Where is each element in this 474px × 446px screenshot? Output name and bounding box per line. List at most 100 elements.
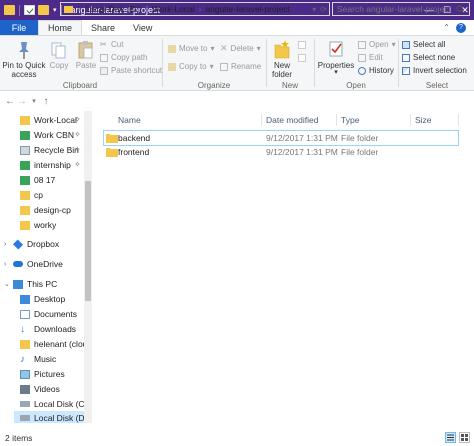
copy-button[interactable]: Copy xyxy=(46,39,72,70)
new-item-button[interactable] xyxy=(298,39,306,50)
nav-item-desktop[interactable]: Desktop xyxy=(20,292,84,306)
cut-label: Cut xyxy=(111,40,124,49)
scrollbar-thumb[interactable] xyxy=(85,181,91,301)
cut-button[interactable]: ✂ Cut xyxy=(100,39,123,50)
move-to-label: Move to xyxy=(179,44,208,53)
nav-item-design-cp[interactable]: design-cp xyxy=(20,203,84,217)
tab-file[interactable]: File xyxy=(0,20,38,35)
ribbon-divider xyxy=(314,39,315,87)
nav-item-label: Local Disk (D:) xyxy=(34,413,90,423)
new-folder-icon[interactable] xyxy=(38,5,49,15)
details-view-icon[interactable] xyxy=(445,432,456,443)
nav-item-local-disk-c[interactable]: Local Disk (C:) xyxy=(20,397,90,411)
expand-chevron-icon[interactable]: › xyxy=(4,241,13,248)
properties-check-icon[interactable] xyxy=(24,5,35,15)
paste-button[interactable]: Paste xyxy=(73,39,99,70)
scissors-icon: ✂ xyxy=(100,39,107,49)
file-type: File folder xyxy=(341,133,379,143)
forward-arrow-icon[interactable]: → xyxy=(16,96,28,107)
nav-item-08-17[interactable]: 08 17 xyxy=(20,173,84,187)
collapse-chevron-icon[interactable]: ⌄ xyxy=(4,280,13,288)
item-count: 2 items xyxy=(5,433,33,443)
rename-icon xyxy=(220,62,228,71)
pin-to-quick-access-button[interactable]: Pin to Quick access xyxy=(2,39,46,79)
open-button[interactable]: Open ▾ xyxy=(358,39,396,50)
tab-view[interactable]: View xyxy=(124,20,161,35)
rename-button[interactable]: Rename xyxy=(220,61,261,72)
column-header-name[interactable]: Name xyxy=(118,115,141,125)
column-divider[interactable] xyxy=(261,114,262,126)
nav-item-helenant[interactable]: helenant (clou xyxy=(20,337,84,351)
folder-icon xyxy=(64,5,73,13)
nav-item-label: Desktop xyxy=(34,294,66,304)
search-input[interactable]: Search angular-laravel-project xyxy=(337,4,451,14)
new-folder-button[interactable]: New folder xyxy=(268,39,296,79)
recent-locations-chevron-icon[interactable]: ▾ xyxy=(28,97,40,105)
easy-access-button[interactable] xyxy=(298,52,306,63)
nav-item-dropbox[interactable]: › Dropbox xyxy=(4,237,88,251)
column-header-type[interactable]: Type xyxy=(341,115,359,125)
overflow-chevron-icon[interactable]: « xyxy=(77,5,81,14)
copy-path-label: Copy path xyxy=(111,53,148,62)
tab-home[interactable]: Home xyxy=(38,20,83,35)
nav-item-local-disk-d[interactable]: Local Disk (D:) xyxy=(14,411,90,423)
paste-shortcut-button[interactable]: Paste shortcut xyxy=(100,65,162,76)
copy-path-button[interactable]: Copy path xyxy=(100,52,147,63)
nav-item-label: 08 17 xyxy=(34,175,56,185)
downloads-icon: ↓ xyxy=(20,323,25,335)
properties-button[interactable]: Properties ▾ xyxy=(318,39,354,76)
up-arrow-icon[interactable]: ↑ xyxy=(40,96,52,107)
column-header-size[interactable]: Size xyxy=(415,115,432,125)
help-icon[interactable]: ? xyxy=(456,22,466,33)
column-divider[interactable] xyxy=(410,114,411,126)
pictures-icon xyxy=(20,369,30,379)
customize-toolbar-chevron-icon[interactable]: ▾ xyxy=(53,6,57,14)
file-date-modified: 9/12/2017 1:31 PM xyxy=(266,133,338,143)
nav-item-pictures[interactable]: Pictures xyxy=(20,367,84,381)
search-box[interactable]: Search angular-laravel-project xyxy=(332,2,470,16)
nav-item-label: Work CBN xyxy=(34,130,74,140)
back-arrow-icon[interactable]: ← xyxy=(4,96,16,107)
large-icons-view-icon[interactable] xyxy=(459,432,470,443)
select-all-button[interactable]: Select all xyxy=(402,39,445,50)
history-button[interactable]: History xyxy=(358,65,394,76)
nav-item-cp[interactable]: cp xyxy=(20,188,84,202)
chevron-down-icon: ▾ xyxy=(334,69,338,76)
expand-chevron-icon[interactable]: › xyxy=(4,261,13,268)
copy-to-label: Copy to xyxy=(179,62,207,71)
select-none-button[interactable]: Select none xyxy=(402,52,455,63)
breadcrumb-current-folder[interactable]: angular-laravel-project xyxy=(205,4,290,14)
address-history-chevron-icon[interactable]: ▾ xyxy=(312,5,316,14)
breadcrumb-work-local[interactable]: Work-Local xyxy=(152,4,195,14)
table-row[interactable]: frontend 9/12/2017 1:31 PM File folder xyxy=(104,145,458,159)
drive-icon xyxy=(20,415,30,421)
column-header-date-modified[interactable]: Date modified xyxy=(266,115,318,125)
address-bar[interactable]: « Local Disk (D:) › Work-Local › angular… xyxy=(60,2,330,16)
collapse-ribbon-chevron-icon[interactable]: ⌃ xyxy=(443,23,450,32)
open-icon xyxy=(358,40,366,49)
nav-item-label: helenant (clou xyxy=(34,339,84,349)
nav-item-documents[interactable]: Documents xyxy=(20,307,84,321)
move-to-button[interactable]: Move to ▾ xyxy=(168,43,214,54)
tab-share[interactable]: Share xyxy=(82,20,124,35)
nav-item-worky[interactable]: worky xyxy=(20,218,84,232)
invert-selection-button[interactable]: Invert selection xyxy=(402,65,467,76)
table-row[interactable]: backend 9/12/2017 1:31 PM File folder xyxy=(103,130,459,146)
tiles-icon xyxy=(461,434,468,441)
nav-item-downloads[interactable]: ↓ Downloads xyxy=(20,322,84,336)
search-icon[interactable] xyxy=(456,5,465,14)
edit-button[interactable]: Edit xyxy=(358,52,383,63)
breadcrumb-local-disk[interactable]: Local Disk (D:) xyxy=(85,4,141,14)
nav-item-music[interactable]: ♪ Music xyxy=(20,352,84,366)
delete-button[interactable]: ✕ Delete ▾ xyxy=(220,43,261,54)
navigation-scrollbar[interactable] xyxy=(84,111,92,423)
copy-to-button[interactable]: Copy to ▾ xyxy=(168,61,214,72)
nav-item-videos[interactable]: Videos xyxy=(20,382,84,396)
nav-item-this-pc[interactable]: ⌄ This PC xyxy=(4,277,88,291)
nav-item-onedrive[interactable]: › OneDrive xyxy=(4,257,88,271)
copy-to-icon xyxy=(168,62,176,71)
clipboard-group: Pin to Quick access Copy Paste ✂ Cut Cop… xyxy=(0,36,162,91)
refresh-icon[interactable]: ⟳ xyxy=(320,5,327,14)
column-divider[interactable] xyxy=(458,114,459,126)
column-divider[interactable] xyxy=(336,114,337,126)
